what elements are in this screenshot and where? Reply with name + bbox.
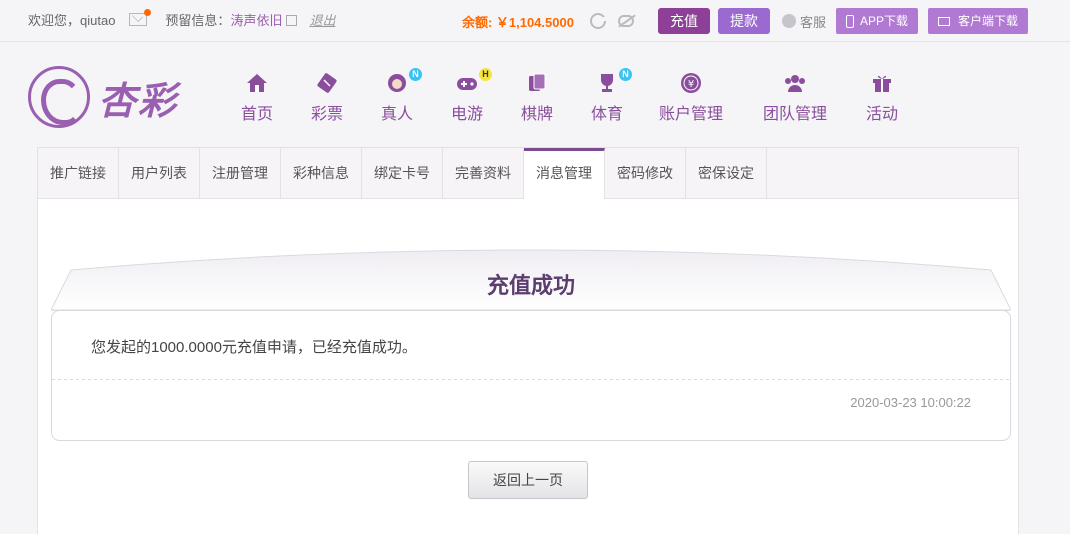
service-link[interactable]: 客服	[781, 12, 826, 31]
nav-lottery[interactable]: 彩票	[302, 72, 352, 124]
reserve-label: 预留信息：	[165, 13, 231, 28]
dealer-icon	[388, 74, 406, 92]
unread-dot	[144, 9, 152, 16]
refresh-icon[interactable]	[589, 13, 607, 29]
tab-user-list[interactable]: 用户列表	[119, 148, 200, 198]
new-badge: N	[619, 68, 632, 81]
client-download-button[interactable]: 客户端下载	[927, 8, 1028, 34]
message-card: 充值成功 您发起的1000.0000元充值申请，已经充值成功。 2020-03-…	[51, 240, 1011, 441]
app-download-button[interactable]: APP下载	[835, 8, 918, 34]
nav-slots[interactable]: H 电游	[442, 68, 492, 124]
tab-messages[interactable]: 消息管理	[524, 148, 605, 199]
content-panel: 推广链接 用户列表 注册管理 彩种信息 绑定卡号 完善资料 消息管理 密码修改 …	[37, 147, 1019, 534]
service-label: 客服	[799, 14, 826, 30]
tab-password[interactable]: 密码修改	[605, 148, 686, 198]
user-info: 欢迎您，qiutao 预留信息： 涛声依旧 退出	[28, 9, 335, 29]
balance-text: 余额: ￥1,104.5000	[461, 14, 574, 30]
message-body: 您发起的1000.0000元充值申请，已经充值成功。	[91, 339, 417, 356]
message-date: 2020-03-23 10:00:22	[850, 395, 971, 410]
site-logo[interactable]: 杏彩	[28, 66, 178, 128]
nav-label: 电游	[450, 106, 483, 123]
logout-link[interactable]: 退出	[309, 10, 335, 29]
nav-label: 棋牌	[520, 106, 553, 123]
svg-text:¥: ¥	[688, 79, 694, 90]
reserve-value: 涛声依旧	[230, 13, 283, 28]
tab-profile[interactable]: 完善资料	[443, 148, 524, 198]
withdraw-button[interactable]: 提款	[717, 8, 770, 34]
top-bar: 欢迎您，qiutao 预留信息： 涛声依旧 退出 余额: ￥1,104.5000…	[0, 0, 1070, 42]
message-title: 充值成功	[486, 273, 575, 298]
nav-team[interactable]: 团队管理	[760, 72, 830, 124]
client-download-label: 客户端下载	[957, 14, 1018, 28]
hot-badge: H	[479, 68, 492, 81]
app-download-label: APP下载	[859, 14, 908, 28]
brand-name: 杏彩	[98, 80, 179, 123]
monitor-icon	[937, 16, 950, 26]
phone-icon	[845, 14, 854, 28]
tab-lottery-info[interactable]: 彩种信息	[281, 148, 362, 198]
nav-label: 团队管理	[762, 106, 827, 123]
nav-label: 彩票	[310, 106, 343, 123]
back-button[interactable]: 返回上一页	[468, 461, 588, 499]
nav-chess[interactable]: 棋牌	[512, 72, 562, 124]
team-icon	[785, 75, 805, 92]
nav-sports[interactable]: N 体育	[582, 68, 632, 124]
nav-label: 首页	[240, 106, 273, 123]
tab-security[interactable]: 密保设定	[686, 148, 767, 198]
nav-label: 账户管理	[658, 106, 723, 123]
edit-icon[interactable]	[286, 15, 298, 26]
cards-icon	[529, 73, 546, 91]
ticket-icon	[317, 73, 337, 93]
service-icon	[781, 14, 796, 28]
nav-live[interactable]: N 真人	[372, 68, 422, 124]
welcome-text: 欢迎您，qiutao	[28, 13, 116, 28]
recharge-button[interactable]: 充值	[657, 8, 710, 34]
gift-icon	[873, 75, 891, 92]
trophy-icon	[601, 74, 613, 92]
home-icon	[247, 74, 267, 92]
mail-icon[interactable]	[129, 9, 152, 26]
nav-label: 真人	[380, 106, 413, 123]
main-nav: 首页 彩票 N 真人 H 电游 棋牌 N 体育 ¥ 账户管理 团队管理 活动	[232, 68, 902, 124]
new-badge: N	[409, 68, 422, 81]
tab-bind-card[interactable]: 绑定卡号	[362, 148, 443, 198]
tab-promo-link[interactable]: 推广链接	[38, 148, 119, 198]
nav-label: 体育	[590, 106, 623, 123]
nav-promo[interactable]: 活动	[862, 72, 902, 124]
logo-mark-icon	[28, 66, 90, 128]
hide-balance-icon[interactable]	[617, 15, 634, 27]
gamepad-icon	[457, 78, 477, 90]
account-tabs: 推广链接 用户列表 注册管理 彩种信息 绑定卡号 完善资料 消息管理 密码修改 …	[38, 148, 1018, 199]
yen-icon: ¥	[681, 73, 701, 93]
tab-registration[interactable]: 注册管理	[200, 148, 281, 198]
nav-home[interactable]: 首页	[232, 72, 282, 124]
nav-account[interactable]: ¥ 账户管理	[656, 72, 726, 124]
account-actions: 余额: ￥1,104.5000 充值 提款 客服 APP下载 客户端下载	[462, 8, 1028, 34]
nav-label: 活动	[865, 106, 898, 123]
